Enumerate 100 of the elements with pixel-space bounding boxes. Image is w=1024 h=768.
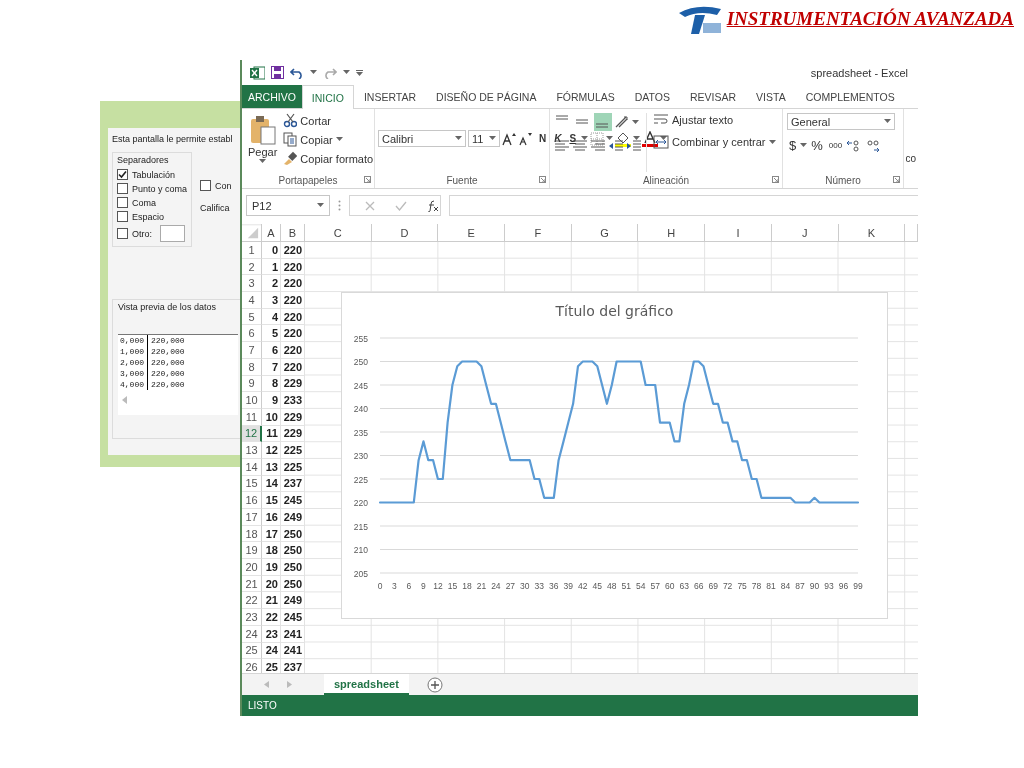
format-button[interactable]: $ <box>787 138 799 153</box>
row-header[interactable]: 6 <box>242 325 262 343</box>
column-header[interactable]: C <box>305 224 372 242</box>
dialog-launcher-icon[interactable] <box>364 176 371 183</box>
ribbon-button[interactable]: Copiar <box>283 132 374 147</box>
row-header[interactable]: 19 <box>242 542 262 560</box>
caret-icon[interactable] <box>768 139 776 145</box>
ribbon-button[interactable]: Combinar y centrar <box>653 135 776 149</box>
ribbon-tab[interactable]: COMPLEMENTOS <box>795 85 905 108</box>
group-title: Vista previa de los datos <box>118 302 217 312</box>
caret-icon[interactable] <box>606 136 614 141</box>
check-icon[interactable] <box>395 200 407 211</box>
column-header[interactable]: K <box>838 224 906 242</box>
caret-icon[interactable] <box>310 70 317 75</box>
ribbon-button[interactable]: Ajustar texto <box>653 113 776 127</box>
ribbon-tab[interactable]: DISEÑO DE PÁGINA <box>426 85 547 108</box>
row-header[interactable]: 7 <box>242 342 262 359</box>
preview-text: 220,000 <box>151 357 185 368</box>
column-header[interactable]: F <box>505 224 572 242</box>
shrink-font-icon[interactable] <box>518 131 532 146</box>
formula-field[interactable] <box>449 195 918 216</box>
font-color-icon[interactable] <box>642 130 659 147</box>
ribbon-tab[interactable]: DATOS <box>624 85 680 108</box>
row-header[interactable]: 20 <box>242 559 262 576</box>
checkbox[interactable] <box>117 183 128 194</box>
caret-icon[interactable] <box>455 136 462 141</box>
ribbon-tab[interactable]: VISTA <box>746 85 796 108</box>
format-button[interactable]: K <box>551 133 565 144</box>
column-header[interactable]: I <box>705 224 772 242</box>
row-header[interactable]: 26 <box>242 659 262 673</box>
ribbon-tab[interactable]: REVISAR <box>679 85 747 108</box>
input-field[interactable] <box>160 225 185 242</box>
ribbon-tab[interactable]: INICIO <box>301 85 354 109</box>
caret-icon[interactable] <box>660 136 668 141</box>
column-header[interactable]: G <box>571 224 639 242</box>
caret-icon[interactable] <box>335 137 343 142</box>
column-header[interactable]: E <box>438 224 506 242</box>
sheet-tab[interactable]: spreadsheet <box>324 674 409 695</box>
format-button[interactable]: % <box>809 138 825 153</box>
dialog-launcher-icon[interactable] <box>893 176 900 183</box>
caret-icon[interactable] <box>317 203 324 208</box>
file-tab[interactable]: ARCHIVO <box>242 85 302 108</box>
undo-icon[interactable] <box>290 66 304 79</box>
save-icon[interactable] <box>271 66 284 79</box>
row-header[interactable]: 1 <box>242 242 262 259</box>
ribbon-button-label[interactable]: co <box>905 153 916 164</box>
row-header[interactable]: 23 <box>242 609 262 626</box>
format-button[interactable]: N <box>536 133 550 144</box>
column-header[interactable]: B <box>281 224 305 242</box>
row-header[interactable]: 4 <box>242 292 262 309</box>
ribbon-button[interactable]: Cortar <box>283 113 374 128</box>
caret-icon[interactable] <box>800 143 808 148</box>
format-button[interactable]: S <box>566 133 580 144</box>
grow-font-icon[interactable] <box>502 131 516 146</box>
format-button[interactable]: 000 <box>826 141 845 150</box>
checkbox[interactable] <box>117 211 128 222</box>
ribbon-tab[interactable]: INSERTAR <box>353 85 427 108</box>
increase-indent-icon[interactable] <box>626 139 642 153</box>
name-box[interactable]: P12 <box>246 195 330 216</box>
caret-icon[interactable] <box>581 136 589 141</box>
format-dropdown[interactable]: General <box>787 113 895 130</box>
row-header[interactable]: 3 <box>242 275 262 293</box>
dialog-launcher-icon[interactable] <box>539 176 546 183</box>
table-cell: 25 <box>262 659 281 673</box>
ribbon-button[interactable]: Copiar formato <box>283 151 374 166</box>
fill-color-icon[interactable] <box>615 130 632 147</box>
row-header[interactable]: 13 <box>242 442 262 459</box>
row-header[interactable]: 10 <box>242 392 262 409</box>
drag-handle-icon[interactable] <box>338 200 341 211</box>
decrease-decimal-icon[interactable] <box>864 138 881 153</box>
caret-icon[interactable] <box>489 136 496 141</box>
row-header[interactable]: 16 <box>242 492 262 509</box>
add-sheet-icon[interactable] <box>426 676 443 693</box>
caret-icon[interactable] <box>884 119 891 124</box>
checkbox-label: Espacio <box>132 211 165 222</box>
caret-icon[interactable] <box>632 119 639 125</box>
size-dropdown[interactable]: 11 <box>468 130 500 147</box>
column-header[interactable]: D <box>371 224 439 242</box>
preview-text: 220,000 <box>151 368 185 379</box>
caret-icon[interactable] <box>343 70 350 75</box>
checkbox[interactable] <box>200 180 212 191</box>
caret-icon[interactable] <box>633 136 641 141</box>
caret-icon[interactable] <box>259 159 267 164</box>
column-header[interactable]: H <box>638 224 706 242</box>
ribbon-tab[interactable]: FÓRMULAS <box>546 85 625 108</box>
paste-button[interactable]: Pegar <box>246 113 280 172</box>
excel-logo-icon[interactable] <box>250 65 265 80</box>
column-header[interactable]: A <box>262 224 281 242</box>
row-header[interactable]: 22 <box>242 592 262 610</box>
orientation-icon[interactable] <box>614 115 630 129</box>
font-dropdown[interactable]: Calibri <box>378 130 466 147</box>
customize-icon[interactable] <box>356 69 363 76</box>
checkbox[interactable] <box>117 197 128 208</box>
checkbox[interactable] <box>117 228 128 239</box>
column-header[interactable]: J <box>771 224 839 242</box>
insert-function-icon[interactable] <box>427 199 439 212</box>
dialog-launcher-icon[interactable] <box>772 176 779 183</box>
checkbox[interactable] <box>117 169 128 180</box>
decrease-indent-icon[interactable] <box>608 139 624 153</box>
row-header[interactable]: 17 <box>242 509 262 526</box>
